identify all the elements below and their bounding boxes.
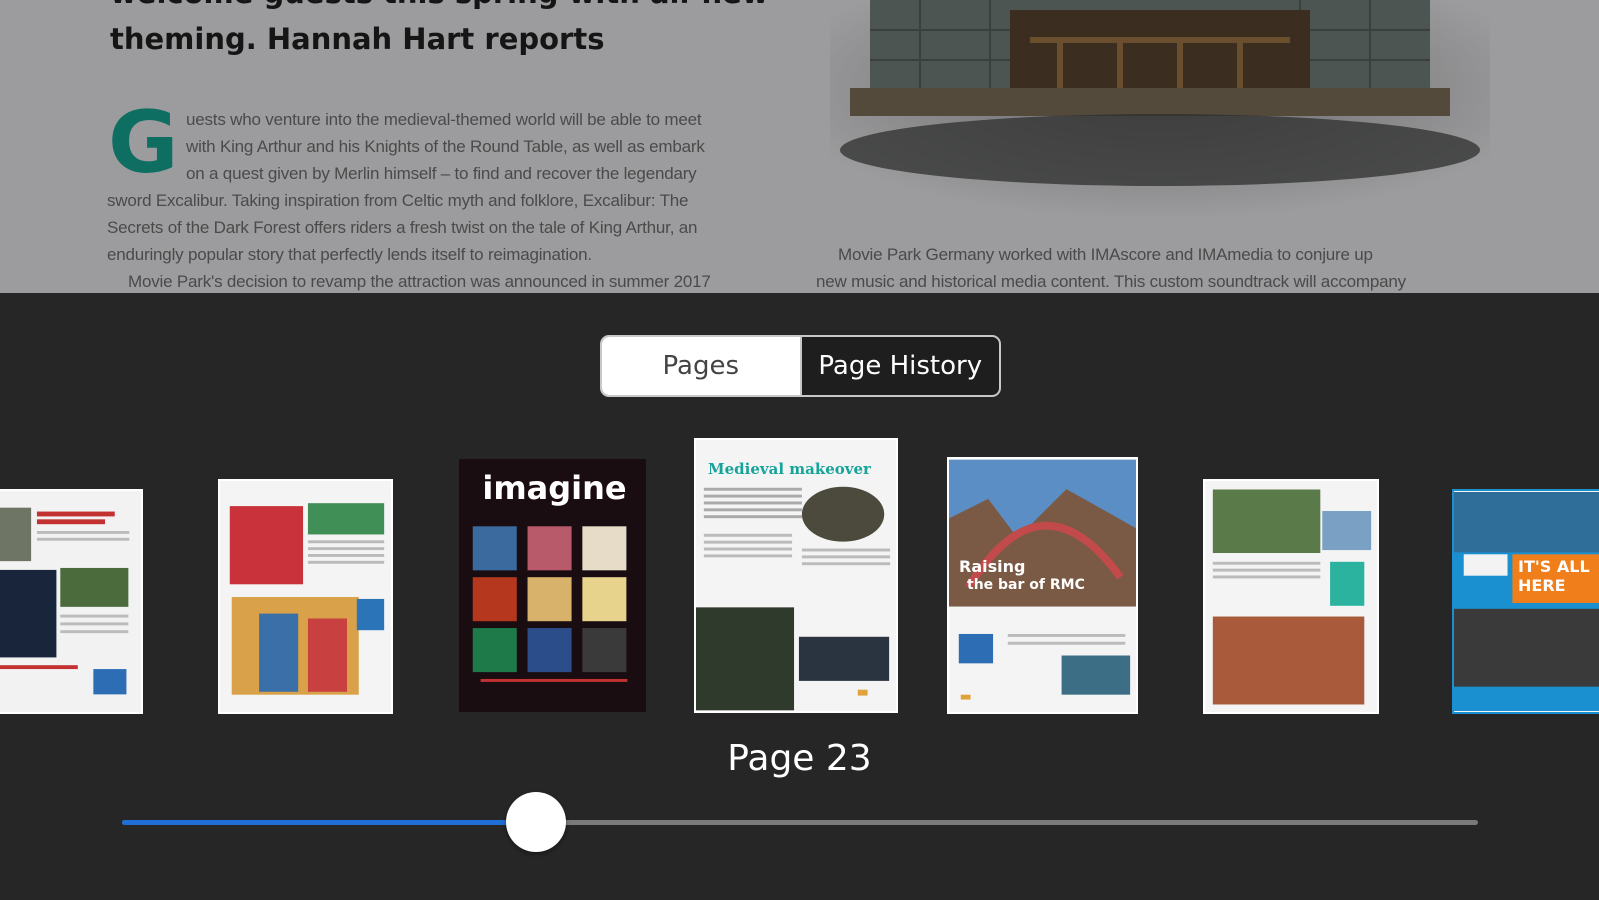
thumbnail-artwork [1205, 481, 1377, 712]
body-line: Movie Park Germany worked with IMAscore … [838, 245, 1373, 264]
page-thumbnail[interactable] [218, 479, 393, 714]
page-thumbnail[interactable] [1203, 479, 1379, 714]
thumbnail-artwork [0, 492, 141, 711]
page-thumbnail-current[interactable]: Medieval makeover [694, 438, 898, 713]
tab-page-history[interactable]: Page History [799, 337, 1000, 395]
page-thumbnail[interactable]: IT'S ALL HERE [1452, 489, 1599, 714]
medieval-title: Medieval makeover [708, 460, 871, 478]
castle-illustration [830, 0, 1490, 220]
body-line: with King Arthur and his Knights of the … [186, 137, 705, 156]
page-thumbnail[interactable]: imagine [459, 459, 646, 712]
page-thumbnail[interactable]: Raising the bar of RMC [947, 457, 1138, 714]
body-line: Secrets of the Dark Forest offers riders… [107, 218, 698, 237]
body-line: Movie Park's decision to revamp the attr… [128, 272, 711, 291]
body-line: enduringly popular story that perfectly … [107, 245, 592, 264]
thumbnail-artwork [220, 481, 391, 712]
body-line: uests who venture into the medieval-them… [186, 110, 702, 129]
headline-line-2: theming. Hannah Hart reports [110, 22, 605, 56]
rmc-title-line-2: the bar of RMC [967, 577, 1085, 593]
article-page[interactable]: welcome guests this spring with all-new … [0, 0, 1599, 293]
page-slider[interactable] [122, 792, 1478, 852]
slider-thumb[interactable] [505, 792, 566, 852]
drop-cap: G [108, 93, 179, 193]
thumbnail-artwork [696, 440, 896, 711]
here-banner-text: IT'S ALL HERE [1518, 557, 1590, 595]
view-mode-segmented-control: Pages Page History [600, 335, 1001, 397]
slider-fill [122, 820, 536, 825]
body-line: sword Excalibur. Taking inspiration from… [107, 191, 689, 210]
thumbnail-artwork [1454, 492, 1599, 711]
article-headline: welcome guests this spring with all-new … [110, 0, 810, 62]
body-line: new music and historical media content. … [816, 272, 1406, 291]
rmc-title-line-1: Raising [959, 557, 1026, 576]
page-thumbnail[interactable] [0, 489, 143, 714]
current-page-label: Page 23 [727, 738, 872, 779]
headline-line-1: welcome guests this spring with all-new [110, 0, 810, 16]
tab-pages[interactable]: Pages [602, 337, 800, 395]
body-line: on a quest given by Merlin himself – to … [186, 164, 697, 183]
imagine-logo: imagine [482, 469, 627, 507]
